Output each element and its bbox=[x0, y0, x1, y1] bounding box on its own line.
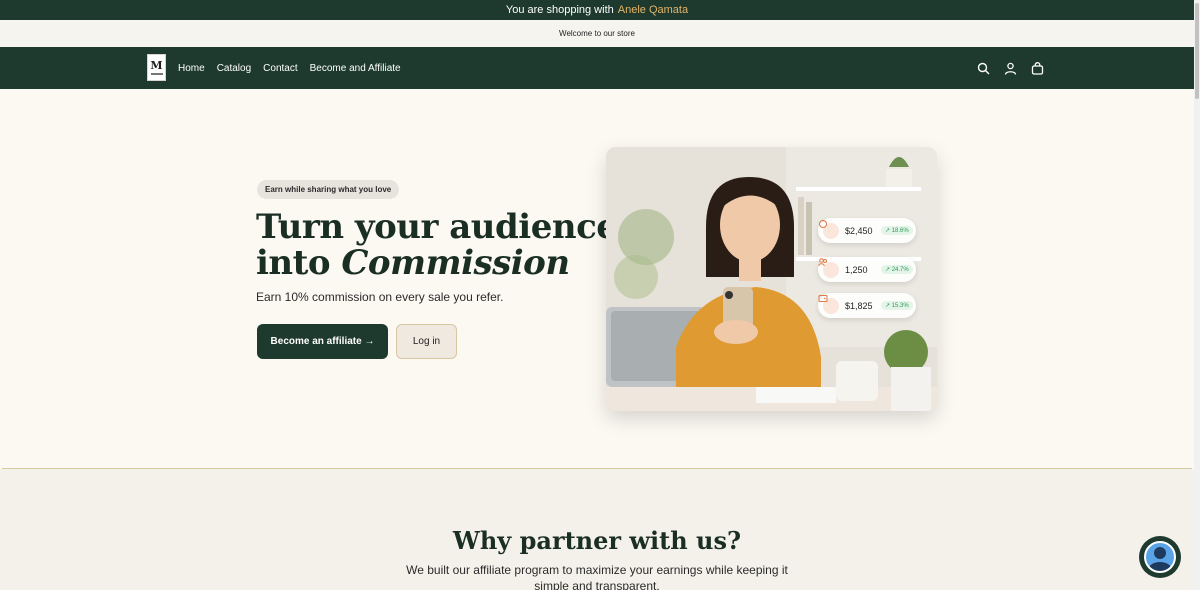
cart-icon[interactable] bbox=[1031, 61, 1044, 75]
announcement-bar: You are shopping with Anele Qamata bbox=[0, 0, 1194, 20]
stat-change: ↗ 18.6% bbox=[881, 226, 913, 235]
welcome-bar: Welcome to our store bbox=[0, 20, 1194, 47]
announcement-prefix: You are shopping with bbox=[505, 4, 614, 16]
become-affiliate-button[interactable]: Become an affiliate → bbox=[257, 324, 388, 359]
main-navigation: M Home Catalog Contact Become and Affili… bbox=[0, 47, 1194, 89]
wallet-icon bbox=[818, 295, 839, 314]
hero-image: $2,450 ↗ 18.6% 1,250 ↗ 24.7% $1,825 ↗ 15… bbox=[606, 147, 937, 411]
stat-change: ↗ 15.3% bbox=[881, 301, 913, 310]
scrollbar-thumb[interactable] bbox=[1195, 3, 1199, 99]
nav-icons bbox=[977, 47, 1044, 89]
chat-avatar-icon bbox=[1144, 541, 1176, 573]
affiliate-name: Anele Qamata bbox=[617, 4, 689, 16]
stat-change: ↗ 24.7% bbox=[881, 265, 913, 274]
nav-item-home[interactable]: Home bbox=[178, 63, 205, 74]
welcome-text: Welcome to our store bbox=[559, 29, 635, 38]
nav-item-catalog[interactable]: Catalog bbox=[217, 63, 251, 74]
hero-pill: Earn while sharing what you love bbox=[257, 180, 400, 199]
login-button[interactable]: Log in bbox=[396, 324, 457, 359]
hero-section: Earn while sharing what you love Turn yo… bbox=[0, 89, 1194, 469]
stat-value: 1,250 bbox=[845, 264, 868, 275]
account-icon[interactable] bbox=[1004, 62, 1017, 75]
headline-line-2: into Commission bbox=[256, 245, 617, 281]
stat-card-users: 1,250 ↗ 24.7% bbox=[818, 257, 916, 282]
why-title: Why partner with us? bbox=[452, 526, 742, 555]
nav-menu: Home Catalog Contact Become and Affiliat… bbox=[178, 47, 401, 89]
stat-value: $2,450 bbox=[845, 225, 873, 236]
chat-widget-button[interactable] bbox=[1139, 536, 1181, 578]
page-scrollbar[interactable] bbox=[1194, 0, 1200, 590]
stat-card-wallet: $1,825 ↗ 15.3% bbox=[818, 293, 916, 318]
logo-letter: M bbox=[150, 59, 163, 72]
hero-subline: Earn 10% commission on every sale you re… bbox=[256, 290, 504, 304]
search-icon[interactable] bbox=[977, 62, 990, 75]
store-logo[interactable]: M bbox=[147, 54, 166, 81]
logo-underline bbox=[150, 73, 163, 75]
hero-headline: Turn your audience into Commission bbox=[256, 207, 618, 281]
headline-italic: Commission bbox=[341, 243, 570, 283]
users-icon bbox=[818, 258, 839, 278]
headline-line-1: Turn your audience bbox=[256, 207, 618, 247]
why-partner-section: Why partner with us? We built our affili… bbox=[0, 469, 1194, 590]
nav-item-affiliate[interactable]: Become and Affiliate bbox=[310, 63, 401, 74]
headline-plain: into bbox=[256, 243, 331, 283]
why-text: We built our affiliate program to maximi… bbox=[406, 563, 788, 590]
money-bag-icon bbox=[819, 220, 839, 239]
stat-value: $1,825 bbox=[845, 300, 873, 311]
nav-item-contact[interactable]: Contact bbox=[263, 63, 297, 74]
stat-card-earnings: $2,450 ↗ 18.6% bbox=[818, 218, 916, 243]
